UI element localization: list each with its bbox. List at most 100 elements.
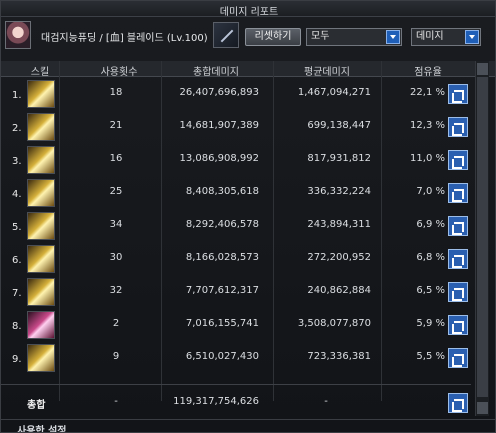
window-title: 데미지 리포트 — [219, 7, 279, 18]
share-icon[interactable] — [448, 282, 468, 302]
column-header-uses[interactable]: 사용횟수 — [79, 63, 159, 78]
row-share: 6,5 % — [416, 285, 445, 296]
damage-report-window: 데미지 리포트 대검지능퓨딩 / [血] 블레이드 (Lv.100) 리셋하기 … — [0, 0, 496, 433]
filter-select[interactable]: 모두 — [306, 28, 402, 46]
row-average-damage: 1,467,094,271 — [297, 87, 371, 98]
row-rank: 3. — [12, 156, 22, 167]
row-rank: 5. — [12, 222, 22, 233]
skill-icon[interactable] — [27, 113, 55, 141]
row-total-damage: 6,510,027,430 — [185, 351, 259, 362]
row-rank: 7. — [12, 288, 22, 299]
row-rank: 2. — [12, 123, 22, 134]
table-row[interactable]: 4. 25 8,408,305,618 336,332,224 7,0 % — [1, 177, 471, 209]
filter-select-value: 모두 — [311, 31, 330, 42]
metric-select-value: 데미지 — [416, 31, 444, 42]
column-header-average[interactable]: 평균데미지 — [277, 63, 377, 78]
row-rank: 6. — [12, 255, 22, 266]
weapon-icon — [213, 22, 239, 48]
total-average: - — [324, 396, 328, 407]
row-total-damage: 7,707,612,317 — [185, 285, 259, 296]
row-total-damage: 14,681,907,389 — [179, 120, 259, 131]
total-label: 총합 — [27, 400, 46, 411]
row-rank: 9. — [12, 354, 22, 365]
share-icon[interactable] — [448, 315, 468, 335]
row-rank: 1. — [12, 90, 22, 101]
skill-icon[interactable] — [27, 344, 55, 372]
row-share: 7,0 % — [416, 186, 445, 197]
row-uses: 18 — [109, 87, 123, 98]
total-row: 총합 - 119,317,754,626 - — [1, 384, 471, 418]
row-uses: 25 — [109, 186, 123, 197]
scroll-up-icon[interactable] — [477, 63, 488, 75]
row-total-damage: 8,166,028,573 — [185, 252, 259, 263]
skill-icon[interactable] — [27, 80, 55, 108]
row-uses: 34 — [109, 219, 123, 230]
row-uses: 16 — [109, 153, 123, 164]
total-uses: - — [114, 396, 118, 407]
total-damage: 119,317,754,626 — [173, 396, 259, 407]
row-uses: 9 — [112, 351, 120, 362]
share-icon[interactable] — [448, 84, 468, 104]
row-total-damage: 8,408,305,618 — [185, 186, 259, 197]
table-row[interactable]: 5. 34 8,292,406,578 243,894,311 6,9 % — [1, 210, 471, 242]
table-header: 스킬 사용횟수 총합데미지 평균데미지 점유율 — [1, 61, 495, 78]
row-share: 5,9 % — [416, 318, 445, 329]
footer: 사용한 설정 — [1, 419, 495, 433]
column-header-skill[interactable]: 스킬 — [15, 63, 65, 78]
row-share: 22,1 % — [410, 87, 445, 98]
row-rank: 8. — [12, 321, 22, 332]
row-uses: 32 — [109, 285, 123, 296]
share-icon[interactable] — [448, 117, 468, 137]
skill-icon[interactable] — [27, 245, 55, 273]
share-icon[interactable] — [448, 216, 468, 236]
row-share: 6,9 % — [416, 219, 445, 230]
table-row[interactable]: 9. 9 6,510,027,430 723,336,381 5,5 % — [1, 342, 471, 374]
row-uses: 30 — [109, 252, 123, 263]
scroll-down-icon[interactable] — [477, 402, 488, 414]
skill-icon[interactable] — [27, 179, 55, 207]
table-row[interactable]: 3. 16 13,086,908,992 817,931,812 11,0 % — [1, 144, 471, 176]
row-average-damage: 243,894,311 — [307, 219, 371, 230]
skill-icon[interactable] — [27, 278, 55, 306]
table-row[interactable]: 2. 21 14,681,907,389 699,138,447 12,3 % — [1, 111, 471, 143]
share-icon[interactable] — [448, 150, 468, 170]
row-total-damage: 7,016,155,741 — [185, 318, 259, 329]
row-average-damage: 723,336,381 — [307, 351, 371, 362]
share-icon[interactable] — [448, 249, 468, 269]
skill-icon[interactable] — [27, 146, 55, 174]
settings-section-title: 사용한 설정 — [17, 426, 67, 433]
row-total-damage: 26,407,696,893 — [179, 87, 259, 98]
title-bar[interactable]: 데미지 리포트 — [1, 1, 495, 18]
share-icon[interactable] — [448, 183, 468, 203]
scrollbar[interactable] — [475, 61, 489, 416]
row-average-damage: 272,200,952 — [307, 252, 371, 263]
row-rank: 4. — [12, 189, 22, 200]
reset-button[interactable]: 리셋하기 — [245, 28, 301, 46]
row-uses: 21 — [109, 120, 123, 131]
row-share: 6,8 % — [416, 252, 445, 263]
character-avatar — [5, 21, 31, 49]
table-row[interactable]: 1. 18 26,407,696,893 1,467,094,271 22,1 % — [1, 78, 471, 110]
share-icon[interactable] — [448, 348, 468, 368]
skill-icon[interactable] — [27, 212, 55, 240]
chevron-down-icon[interactable] — [386, 30, 400, 44]
header: 대검지능퓨딩 / [血] 블레이드 (Lv.100) 리셋하기 모두 데미지 — [1, 19, 495, 55]
row-average-damage: 240,862,884 — [307, 285, 371, 296]
row-total-damage: 8,292,406,578 — [185, 219, 259, 230]
table-row[interactable]: 8. 2 7,016,155,741 3,508,077,870 5,9 % — [1, 309, 471, 341]
table-row[interactable]: 6. 30 8,166,028,573 272,200,952 6,8 % — [1, 243, 471, 275]
row-share: 5,5 % — [416, 351, 445, 362]
row-average-damage: 817,931,812 — [307, 153, 371, 164]
scrollbar-thumb[interactable] — [477, 77, 488, 397]
table-row[interactable]: 7. 32 7,707,612,317 240,862,884 6,5 % — [1, 276, 471, 308]
row-average-damage: 3,508,077,870 — [297, 318, 371, 329]
skill-icon[interactable] — [27, 311, 55, 339]
column-header-share[interactable]: 점유율 — [383, 63, 473, 78]
share-icon[interactable] — [448, 393, 468, 413]
metric-select[interactable]: 데미지 — [411, 28, 481, 46]
row-uses: 2 — [112, 318, 120, 329]
column-header-total[interactable]: 총합데미지 — [161, 63, 271, 78]
row-average-damage: 336,332,224 — [307, 186, 371, 197]
row-share: 11,0 % — [410, 153, 445, 164]
chevron-down-icon[interactable] — [465, 30, 479, 44]
